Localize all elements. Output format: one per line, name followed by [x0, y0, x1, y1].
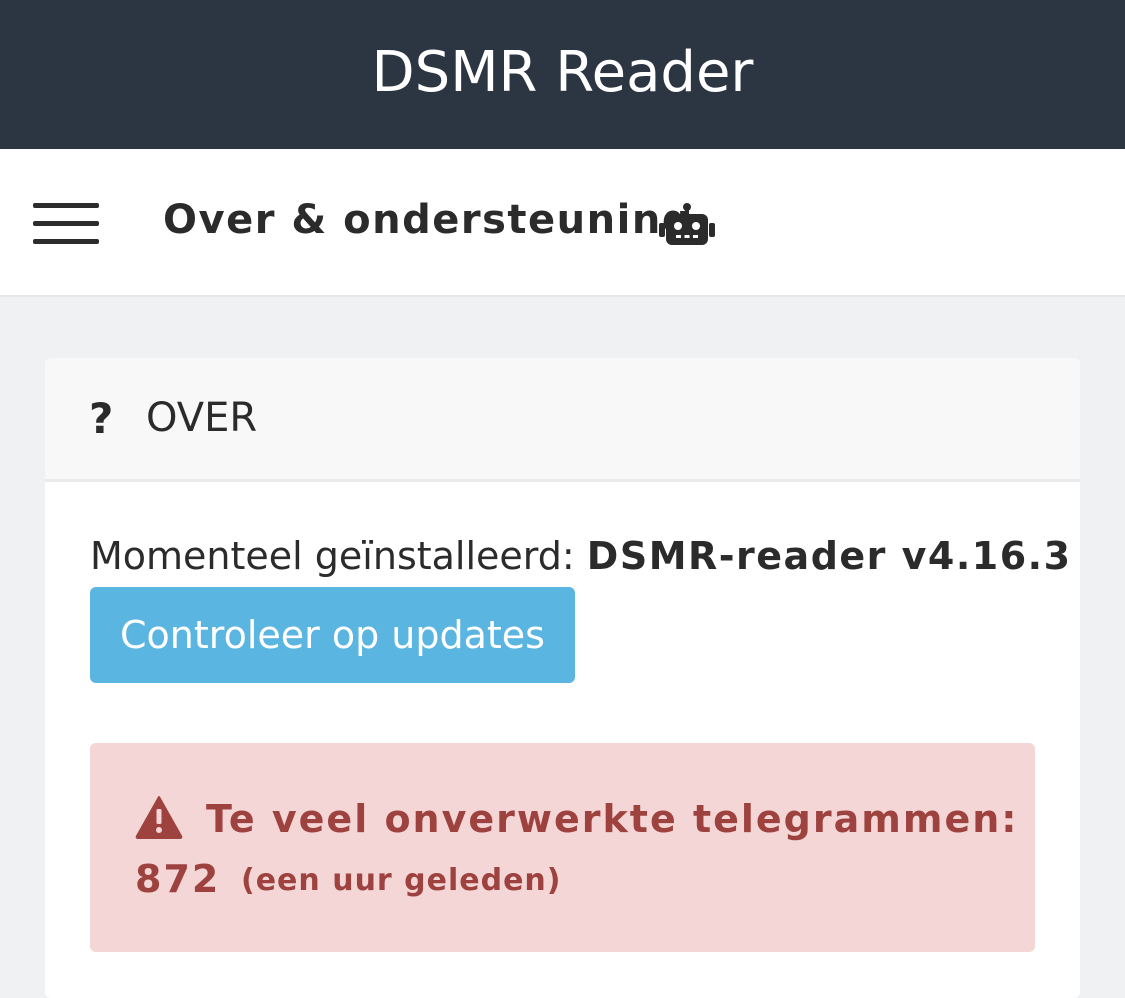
question-icon: ?: [89, 394, 114, 443]
alert-message: Te veel onverwerkte telegrammen:: [206, 797, 1019, 841]
warning-alert: Te veel onverwerkte telegrammen: 872 (ee…: [90, 743, 1035, 952]
robot-icon: [659, 203, 715, 245]
alert-count: 872: [135, 857, 221, 901]
app-title: DSMR Reader: [371, 40, 754, 105]
installed-version-line: Momenteel geïnstalleerd: DSMR-reader v4.…: [90, 534, 1072, 578]
page-title: Over & ondersteuning: [163, 197, 692, 243]
installed-label: Momenteel geïnstalleerd:: [90, 534, 575, 578]
warning-icon: [135, 796, 183, 839]
page-header: Over & ondersteuning: [0, 149, 1125, 297]
about-panel: ? OVER Momenteel geïnstalleerd: DSMR-rea…: [45, 358, 1080, 998]
alert-timestamp: (een uur geleden): [241, 863, 562, 898]
panel-title: OVER: [146, 395, 258, 441]
check-updates-button[interactable]: Controleer op updates: [90, 587, 575, 683]
panel-header: ? OVER: [45, 358, 1080, 482]
installed-version: DSMR-reader v4.16.3: [586, 534, 1072, 578]
hamburger-menu-icon[interactable]: [33, 203, 99, 245]
top-bar: DSMR Reader: [0, 0, 1125, 149]
